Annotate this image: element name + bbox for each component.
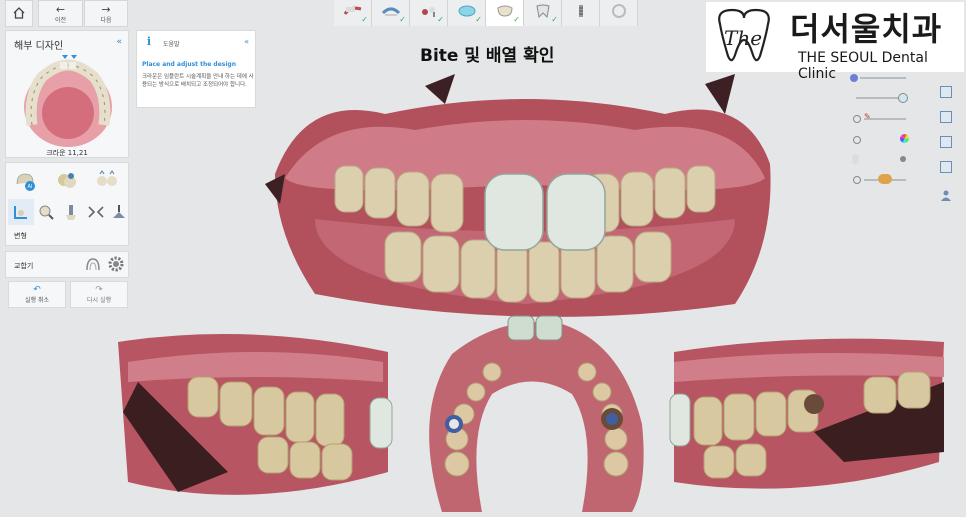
move-tool-button[interactable] — [8, 199, 34, 225]
transparency-knob[interactable] — [898, 93, 908, 103]
workflow-steps: ✓ ✓ ✓ ✓ ✓ ✓ — [334, 0, 638, 26]
redo-label: 다시 실행 — [87, 297, 111, 304]
arrow-right-icon: → — [101, 2, 111, 16]
undo-button[interactable]: ↶ 실행 취소 — [8, 281, 66, 308]
wax-tool-button[interactable] — [58, 199, 84, 225]
radio-b[interactable] — [853, 176, 861, 184]
redo-icon: ↷ — [95, 285, 103, 295]
prev-label: 이전 — [54, 16, 67, 24]
logo-mark: The — [710, 6, 778, 70]
ai-tool-button[interactable]: AI — [12, 167, 38, 193]
main-title: Bite 및 배열 확인 — [420, 46, 555, 66]
split-view-button[interactable] — [940, 161, 952, 173]
adjust-tool-button[interactable] — [106, 199, 132, 225]
duplicate-view-button[interactable] — [940, 136, 952, 148]
gear-icon[interactable] — [107, 255, 125, 277]
home-icon — [13, 6, 25, 21]
step-model[interactable]: ✓ — [372, 0, 410, 26]
screw-icon — [570, 3, 592, 23]
prev-button[interactable]: ← 이전 — [38, 0, 83, 27]
step-scan[interactable]: ✓ — [334, 0, 372, 26]
visibility-toggle[interactable] — [853, 115, 861, 123]
undo-icon: ↶ — [33, 285, 41, 295]
anatomy-design-panel: 해부 디자인 « — [5, 30, 129, 158]
tooth-icon — [532, 3, 554, 23]
help-collapse-icon[interactable]: « — [244, 37, 249, 46]
help-heading: Place and adjust the design — [142, 61, 236, 68]
crown-icon — [494, 3, 516, 23]
next-button[interactable]: → 다음 — [84, 0, 128, 27]
step-finish[interactable] — [600, 0, 638, 26]
dot-indicator — [900, 156, 906, 162]
margin-icon — [456, 3, 478, 23]
arrow-left-icon: ← — [55, 2, 66, 16]
info-icon: i — [146, 35, 152, 48]
step-crown[interactable]: ✓ — [486, 0, 524, 26]
copy-view-button[interactable] — [940, 86, 952, 98]
help-body: 크라운은 임플란트 시술계획을 안내 하는 데에 사용되는 방식으로 배치되고 … — [142, 74, 254, 88]
step-implant[interactable]: ✓ — [410, 0, 448, 26]
check-icon: ✓ — [551, 15, 558, 24]
layer-view-button[interactable] — [940, 111, 952, 123]
check-icon: ✓ — [399, 15, 406, 24]
color-wheel-icon[interactable] — [900, 134, 909, 143]
model-icon — [380, 3, 402, 23]
step-tooth[interactable]: ✓ — [524, 0, 562, 26]
front-bite-view[interactable] — [265, 74, 785, 322]
step-screw[interactable] — [562, 0, 600, 26]
right-bite-view[interactable] — [664, 322, 954, 502]
zoom-tool-button[interactable] — [33, 199, 59, 225]
deform-label: 변형 — [14, 232, 27, 240]
occlusion-label: 교합기 — [14, 262, 34, 270]
check-icon: ✓ — [361, 15, 368, 24]
opacity-knob[interactable] — [850, 74, 858, 82]
teeth-tool-button[interactable] — [94, 167, 120, 193]
svg-text:AI: AI — [28, 184, 33, 190]
left-bite-view[interactable] — [108, 322, 400, 512]
tooth-small-icon — [852, 154, 859, 164]
person-icon[interactable] — [940, 186, 952, 201]
implant-icon — [418, 3, 440, 23]
crown-caption: 크라운 11,21 — [46, 149, 88, 157]
clinic-logo: The 더서울치과 THE SEOUL Dental Clinic — [706, 2, 964, 82]
crown-preview — [20, 55, 116, 151]
brush-icon: ✎ — [864, 112, 871, 121]
occlusion-panel: 교합기 — [5, 251, 129, 278]
opacity-slider[interactable] — [860, 77, 906, 79]
logo-korean: 더서울치과 — [790, 10, 943, 48]
check-icon: ✓ — [513, 15, 520, 24]
collapse-icon[interactable]: « — [116, 37, 122, 47]
gum-knob[interactable] — [878, 174, 892, 184]
help-panel: i 도움말 « Place and adjust the design 크라운은… — [136, 30, 256, 108]
articulator-icon[interactable] — [84, 256, 102, 278]
help-title: 도움말 — [163, 41, 180, 48]
home-button[interactable] — [5, 0, 33, 27]
occlusal-view[interactable] — [412, 314, 652, 512]
step-margin[interactable]: ✓ — [448, 0, 486, 26]
scan-icon — [342, 3, 364, 23]
redo-button[interactable]: ↷ 다시 실행 — [70, 281, 128, 308]
tool-panel: AI 변형 — [5, 162, 129, 246]
logo-mark-text: The — [724, 26, 763, 50]
check-icon: ✓ — [437, 15, 444, 24]
check-icon: ✓ — [475, 15, 482, 24]
arch-tool-button[interactable] — [54, 167, 80, 193]
panel-title: 해부 디자인 — [14, 41, 64, 52]
next-label: 다음 — [100, 16, 112, 24]
undo-label: 실행 취소 — [25, 297, 49, 304]
finish-icon — [608, 3, 630, 23]
radio-a[interactable] — [853, 136, 861, 144]
